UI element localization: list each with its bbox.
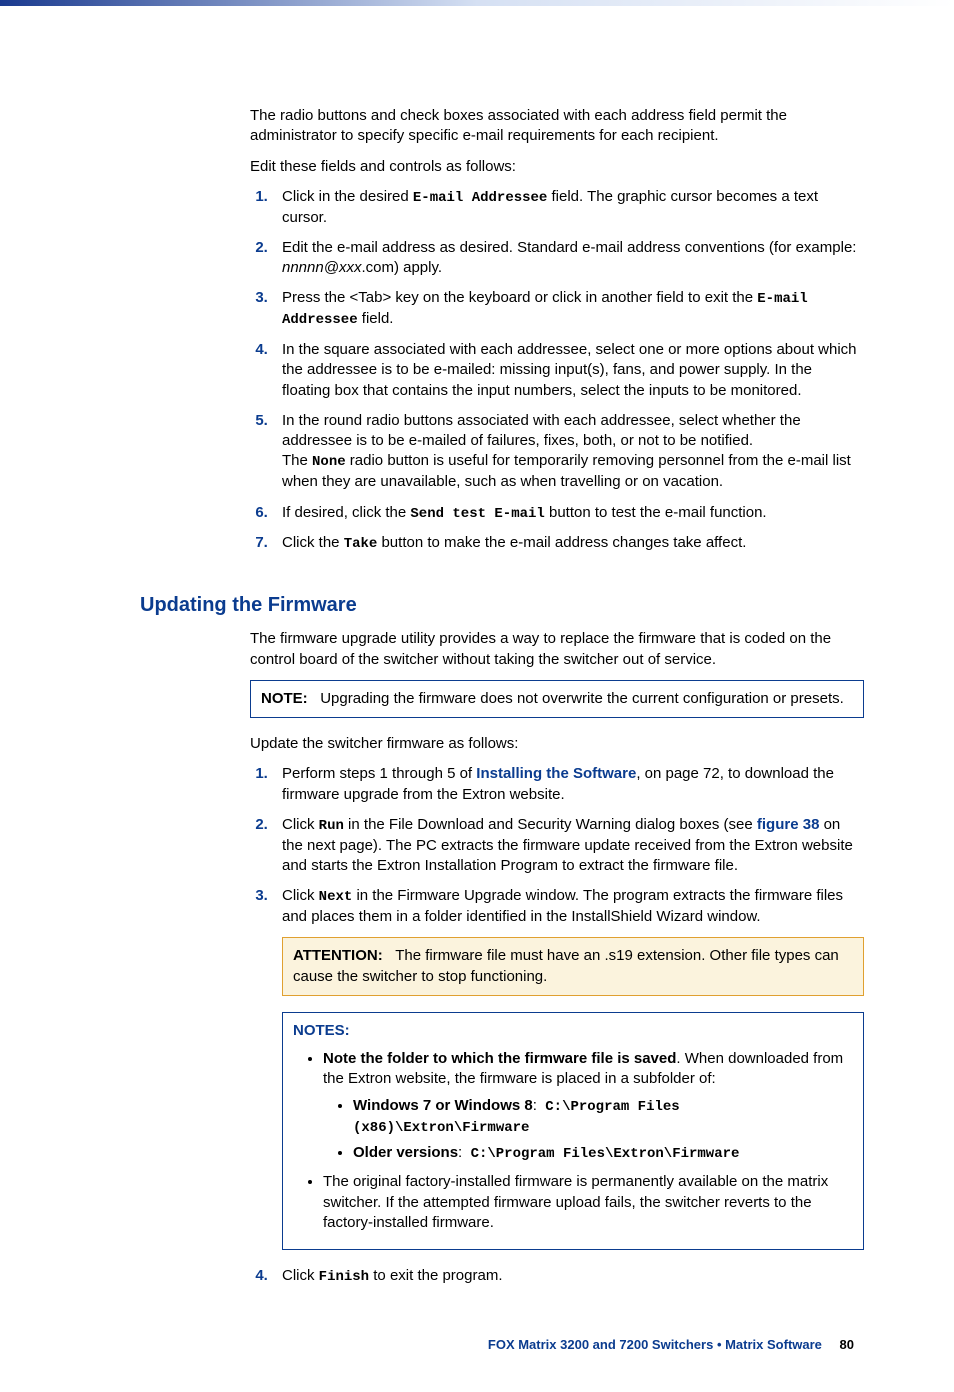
footer-title: FOX Matrix 3200 and 7200 Switchers • Mat…	[488, 1337, 822, 1352]
note-body: Upgrading the firmware does not overwrit…	[320, 690, 844, 707]
text: Edit the e-mail address as desired. Stan…	[282, 239, 856, 256]
page-content: The radio buttons and check boxes associ…	[0, 6, 954, 1392]
attention-box: ATTENTION: The firmware file must have a…	[282, 937, 864, 996]
code-text: Finish	[319, 1269, 369, 1285]
text: in the Firmware Upgrade window. The prog…	[282, 887, 843, 925]
ordered-list: Click in the desired E-mail Addressee fi…	[250, 187, 864, 555]
text: Perform steps 1 through 5 of	[282, 765, 476, 782]
text: Click	[282, 1267, 319, 1284]
list-item: In the square associated with each addre…	[272, 340, 864, 401]
bullet-sublist: Windows 7 or Windows 8: C:\Program Files…	[323, 1096, 853, 1165]
text: button to test the e-mail function.	[545, 504, 767, 521]
code-text: Send test E-mail	[410, 506, 544, 522]
text: field.	[358, 310, 394, 327]
attention-label: ATTENTION:	[293, 947, 383, 964]
text: Press the <Tab> key on the keyboard or c…	[282, 289, 757, 306]
list-item: Click Finish to exit the program.	[272, 1266, 864, 1287]
note-box: NOTE: Upgrading the firmware does not ov…	[250, 680, 864, 718]
link-text[interactable]: Installing the Software	[476, 765, 636, 782]
list-item: Click in the desired E-mail Addressee fi…	[272, 187, 864, 228]
section-heading: Updating the Firmware	[140, 594, 864, 617]
text: .com) apply.	[361, 259, 442, 276]
list-item: Press the <Tab> key on the keyboard or c…	[272, 288, 864, 330]
body-text: The firmware upgrade utility provides a …	[250, 629, 864, 670]
bold-text: Older versions	[353, 1144, 458, 1161]
list-item: If desired, click the Send test E-mail b…	[272, 503, 864, 524]
ordered-list: Perform steps 1 through 5 of Installing …	[250, 764, 864, 1287]
text: The	[282, 452, 312, 469]
text: Click the	[282, 534, 344, 551]
code-text: Run	[319, 818, 344, 834]
list-item: Note the folder to which the firmware fi…	[323, 1049, 853, 1164]
bold-text: Note the folder to which the firmware fi…	[323, 1050, 676, 1067]
list-item: In the round radio buttons associated wi…	[272, 411, 864, 493]
page-footer: FOX Matrix 3200 and 7200 Switchers • Mat…	[140, 1337, 864, 1352]
code-text: C:\Program Files\Extron\Firmware	[471, 1146, 740, 1162]
link-text[interactable]: figure 38	[757, 816, 820, 833]
text: Click	[282, 816, 319, 833]
list-item: Click Run in the File Download and Secur…	[272, 815, 864, 876]
text: In the round radio buttons associated wi…	[282, 412, 801, 449]
text: Click in the desired	[282, 188, 413, 205]
text: to exit the program.	[369, 1267, 502, 1284]
body-text: The radio buttons and check boxes associ…	[250, 106, 864, 147]
text: in the File Download and Security Warnin…	[344, 816, 757, 833]
code-text: Next	[319, 889, 353, 905]
list-item: Click Next in the Firmware Upgrade windo…	[272, 886, 864, 1250]
code-text: Take	[344, 536, 378, 552]
list-item: Older versions: C:\Program Files\Extron\…	[353, 1143, 853, 1164]
list-item: Windows 7 or Windows 8: C:\Program Files…	[353, 1096, 853, 1138]
notes-box: NOTES: Note the folder to which the firm…	[282, 1012, 864, 1250]
bold-text: Windows 7 or Windows 8	[353, 1097, 533, 1114]
body-text: Update the switcher firmware as follows:	[250, 734, 864, 754]
list-item: Perform steps 1 through 5 of Installing …	[272, 764, 864, 805]
page-number: 80	[840, 1337, 854, 1352]
list-item: Edit the e-mail address as desired. Stan…	[272, 238, 864, 279]
text: button to make the e-mail address change…	[377, 534, 746, 551]
list-item: The original factory-installed firmware …	[323, 1172, 853, 1233]
body-text: Edit these fields and controls as follow…	[250, 157, 864, 177]
note-label: NOTE:	[261, 690, 308, 707]
code-text: None	[312, 454, 346, 470]
list-item: Click the Take button to make the e-mail…	[272, 533, 864, 554]
text: If desired, click the	[282, 504, 410, 521]
notes-label: NOTES:	[293, 1021, 853, 1041]
italic-text: nnnnn@xxx	[282, 259, 361, 276]
text: radio button is useful for temporarily r…	[282, 452, 851, 490]
code-text: E-mail Addressee	[413, 190, 547, 206]
text: Click	[282, 887, 319, 904]
bullet-list: Note the folder to which the firmware fi…	[293, 1049, 853, 1233]
